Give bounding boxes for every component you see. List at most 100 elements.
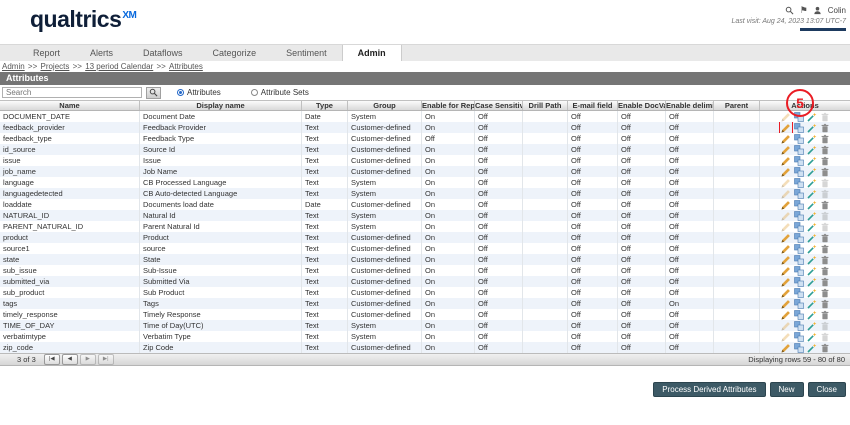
delete-icon[interactable] (820, 233, 830, 243)
edit-icon[interactable] (781, 178, 791, 188)
edit-icon[interactable] (781, 189, 791, 199)
edit-icon[interactable] (781, 112, 791, 122)
table-row[interactable]: languagedetected CB Auto-detected Langua… (0, 188, 850, 199)
column-header-enable-delimited-r[interactable]: Enable delimited r (666, 101, 714, 110)
process-derived-attributes-button[interactable]: Process Derived Attributes (653, 382, 765, 397)
derive-attribute-icon[interactable] (794, 299, 804, 309)
flag-icon[interactable]: ⚑ (800, 5, 808, 16)
process-wand-icon[interactable] (807, 134, 817, 144)
delete-icon[interactable] (820, 310, 830, 320)
process-wand-icon[interactable] (807, 343, 817, 353)
table-row[interactable]: DOCUMENT_DATE Document Date Date System … (0, 111, 850, 122)
breadcrumb-link-13-period-calendar[interactable]: 13 period Calendar (85, 62, 153, 71)
delete-icon[interactable] (820, 321, 830, 331)
tab-dataflows[interactable]: Dataflows (128, 45, 198, 61)
process-wand-icon[interactable] (807, 200, 817, 210)
close-button[interactable]: Close (808, 382, 846, 397)
delete-icon[interactable] (820, 222, 830, 232)
new-button[interactable]: New (770, 382, 804, 397)
tab-alerts[interactable]: Alerts (75, 45, 128, 61)
edit-icon[interactable] (781, 233, 791, 243)
column-header-case-sensitive[interactable]: Case Sensitive (475, 101, 523, 110)
table-row[interactable]: source1 source Text Customer-defined On … (0, 243, 850, 254)
derive-attribute-icon[interactable] (794, 134, 804, 144)
first-page-button[interactable]: |◀ (44, 354, 60, 365)
derive-attribute-icon[interactable] (794, 156, 804, 166)
derive-attribute-icon[interactable] (794, 211, 804, 221)
delete-icon[interactable] (820, 145, 830, 155)
table-row[interactable]: NATURAL_ID Natural Id Text System On Off… (0, 210, 850, 221)
column-header-enable-docvalue[interactable]: Enable DocValue (618, 101, 666, 110)
derive-attribute-icon[interactable] (794, 266, 804, 276)
derive-attribute-icon[interactable] (794, 310, 804, 320)
column-header-drill-path[interactable]: Drill Path (523, 101, 568, 110)
search-icon[interactable] (785, 6, 795, 16)
edit-icon[interactable] (781, 310, 791, 320)
process-wand-icon[interactable] (807, 321, 817, 331)
table-row[interactable]: sub_issue Sub-Issue Text Customer-define… (0, 265, 850, 276)
process-wand-icon[interactable] (807, 178, 817, 188)
derive-attribute-icon[interactable] (794, 277, 804, 287)
derive-attribute-icon[interactable] (794, 288, 804, 298)
derive-attribute-icon[interactable] (794, 200, 804, 210)
column-header-type[interactable]: Type (302, 101, 348, 110)
process-wand-icon[interactable] (807, 189, 817, 199)
tab-categorize[interactable]: Categorize (198, 45, 272, 61)
delete-icon[interactable] (820, 134, 830, 144)
process-wand-icon[interactable] (807, 299, 817, 309)
process-wand-icon[interactable] (807, 233, 817, 243)
breadcrumb-link-admin[interactable]: Admin (2, 62, 25, 71)
process-wand-icon[interactable] (807, 288, 817, 298)
derive-attribute-icon[interactable] (794, 189, 804, 199)
edit-icon[interactable] (781, 277, 791, 287)
process-wand-icon[interactable] (807, 156, 817, 166)
table-row[interactable]: feedback_provider Feedback Provider Text… (0, 122, 850, 133)
delete-icon[interactable] (820, 200, 830, 210)
process-wand-icon[interactable] (807, 277, 817, 287)
delete-icon[interactable] (820, 255, 830, 265)
edit-icon[interactable] (781, 266, 791, 276)
table-row[interactable]: verbatimtype Verbatim Type Text System O… (0, 331, 850, 342)
process-wand-icon[interactable] (807, 123, 817, 133)
radio-attribute-sets[interactable]: Attribute Sets (251, 88, 309, 97)
edit-icon[interactable] (781, 244, 791, 254)
derive-attribute-icon[interactable] (794, 255, 804, 265)
breadcrumb-link-attributes[interactable]: Attributes (169, 62, 203, 71)
process-wand-icon[interactable] (807, 244, 817, 254)
derive-attribute-icon[interactable] (794, 178, 804, 188)
delete-icon[interactable] (820, 288, 830, 298)
table-row[interactable]: sub_product Sub Product Text Customer-de… (0, 287, 850, 298)
column-header-display-name[interactable]: Display name (140, 101, 302, 110)
search-input[interactable] (2, 87, 142, 98)
process-wand-icon[interactable] (807, 255, 817, 265)
edit-icon[interactable] (781, 222, 791, 232)
prev-page-button[interactable]: ◀ (62, 354, 78, 365)
process-wand-icon[interactable] (807, 167, 817, 177)
process-wand-icon[interactable] (807, 145, 817, 155)
table-row[interactable]: feedback_type Feedback Type Text Custome… (0, 133, 850, 144)
edit-icon[interactable] (781, 299, 791, 309)
edit-icon[interactable] (781, 167, 791, 177)
table-row[interactable]: timely_response Timely Response Text Cus… (0, 309, 850, 320)
column-header-parent[interactable]: Parent (714, 101, 760, 110)
column-header-e-mail-field[interactable]: E-mail field (568, 101, 618, 110)
delete-icon[interactable] (820, 178, 830, 188)
derive-attribute-icon[interactable] (794, 343, 804, 353)
derive-attribute-icon[interactable] (794, 123, 804, 133)
tab-report[interactable]: Report (18, 45, 75, 61)
column-header-enable-for-report[interactable]: Enable for Report (422, 101, 475, 110)
last-page-button[interactable]: ▶| (98, 354, 114, 365)
edit-icon[interactable] (781, 134, 791, 144)
delete-icon[interactable] (820, 266, 830, 276)
process-wand-icon[interactable] (807, 332, 817, 342)
table-row[interactable]: loaddate Documents load date Date Custom… (0, 199, 850, 210)
user-name[interactable]: Colin (828, 6, 846, 15)
table-row[interactable]: submitted_via Submitted Via Text Custome… (0, 276, 850, 287)
delete-icon[interactable] (820, 211, 830, 221)
process-wand-icon[interactable] (807, 211, 817, 221)
tab-admin[interactable]: Admin (342, 45, 402, 61)
delete-icon[interactable] (820, 343, 830, 353)
table-row[interactable]: zip_code Zip Code Text Customer-defined … (0, 342, 850, 353)
process-wand-icon[interactable] (807, 310, 817, 320)
edit-icon[interactable] (781, 200, 791, 210)
